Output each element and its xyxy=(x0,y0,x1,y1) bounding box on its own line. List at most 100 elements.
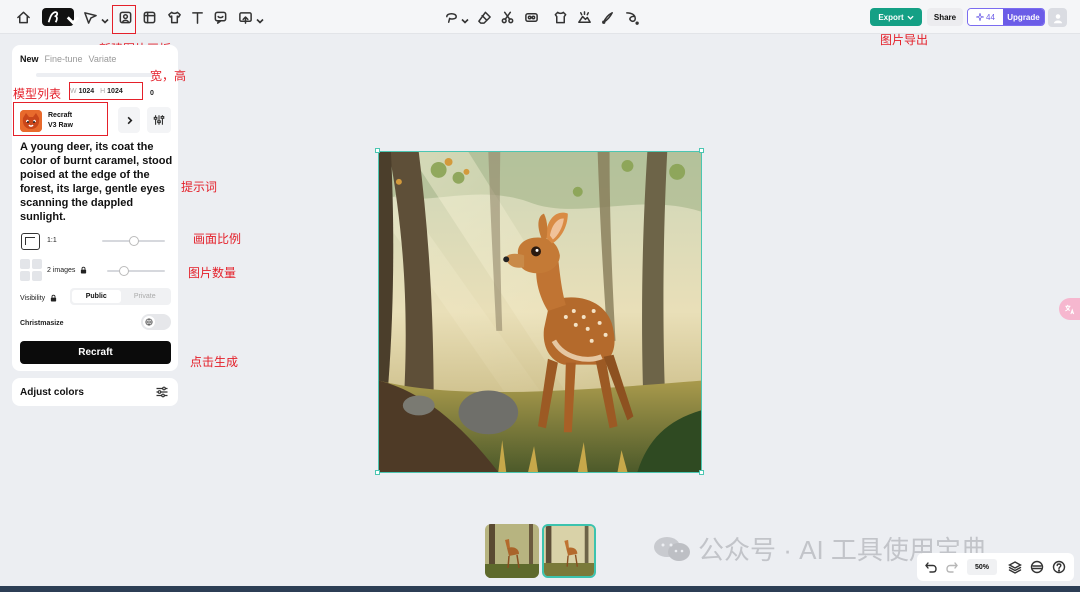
scissors-icon[interactable] xyxy=(498,8,516,26)
annotation-prompt: 提示词 xyxy=(181,180,218,194)
christmasize-label: Christmasize xyxy=(20,320,64,327)
annotation-count: 图片数量 xyxy=(188,266,237,280)
height-field[interactable]: H 1024 xyxy=(100,88,123,95)
deer-thumbnail-image xyxy=(544,526,594,576)
inpaint-icon[interactable] xyxy=(598,8,616,26)
image-count-icon xyxy=(20,259,42,281)
lock-icon xyxy=(81,266,87,274)
image-upload-icon[interactable] xyxy=(236,8,254,26)
lasso-icon[interactable] xyxy=(442,8,460,26)
logo-button[interactable] xyxy=(42,8,80,26)
seed-field[interactable]: 0 xyxy=(150,90,154,97)
images-count-text: 2 images xyxy=(47,266,76,274)
share-button[interactable]: Share xyxy=(927,8,963,26)
mode-tabs: New Fine-tune Variate xyxy=(20,54,116,64)
layers-icon[interactable] xyxy=(1008,560,1022,574)
chevron-down-icon[interactable] xyxy=(256,12,264,24)
ratio-label: 1:1 xyxy=(47,237,57,244)
prompt-text[interactable]: A young deer, its coat the color of burn… xyxy=(20,140,175,224)
top-toolbar: Export Share 44 Upgrade xyxy=(0,0,1080,34)
mockup-icon[interactable] xyxy=(551,8,569,26)
sparkle-icon xyxy=(976,13,985,21)
red-panda-icon xyxy=(20,110,42,132)
chevron-down-icon[interactable] xyxy=(461,12,469,24)
undo-icon[interactable] xyxy=(924,560,938,574)
annotation-size: 宽，高 xyxy=(150,69,187,83)
resize-handle-top-left[interactable] xyxy=(375,148,380,153)
christmasize-toggle[interactable] xyxy=(141,314,171,330)
image-set-icon[interactable] xyxy=(140,8,158,26)
zoom-level[interactable]: 50% xyxy=(967,559,997,575)
wechat-icon xyxy=(654,536,690,561)
shirt-icon[interactable] xyxy=(165,8,183,26)
upgrade-button[interactable]: Upgrade xyxy=(1003,9,1044,25)
width-label: W xyxy=(70,88,77,95)
bottom-strip xyxy=(0,586,1080,592)
model-thumbnail xyxy=(20,110,42,132)
visibility-public-option[interactable]: Public xyxy=(72,290,121,303)
vectorize-icon[interactable] xyxy=(522,8,540,26)
ratio-slider-knob[interactable] xyxy=(128,236,139,246)
sliders-icon xyxy=(153,115,165,125)
eraser-icon[interactable] xyxy=(475,8,493,26)
comment-icon[interactable] xyxy=(211,8,229,26)
chevron-down-icon[interactable] xyxy=(101,12,109,24)
deer-thumbnail-image xyxy=(485,524,539,578)
help-icon[interactable] xyxy=(1052,560,1066,574)
annotation-ratio: 画面比例 xyxy=(193,232,242,246)
remove-bg-icon[interactable] xyxy=(575,8,593,26)
height-label: H xyxy=(100,88,106,95)
deer-forest-image xyxy=(379,152,701,472)
images-slider-track[interactable] xyxy=(107,270,165,272)
annotation-generate: 点击生成 xyxy=(190,355,239,369)
generated-image-artboard[interactable] xyxy=(378,151,702,473)
model-name-line2: V3 Raw xyxy=(48,122,73,129)
pointer-tool-icon[interactable] xyxy=(81,8,99,26)
export-button[interactable]: Export xyxy=(870,8,922,26)
aspect-ratio-icon[interactable] xyxy=(21,233,40,250)
chevron-right-icon xyxy=(127,116,132,124)
new-frame-icon[interactable] xyxy=(116,8,134,26)
credits-badge[interactable]: 44 xyxy=(968,9,1003,25)
zoom-controls: 50% xyxy=(917,553,1074,581)
visibility-toggle: Public Private xyxy=(70,288,171,305)
chevron-down-icon xyxy=(66,13,80,25)
width-field[interactable]: W 1024 xyxy=(70,88,94,95)
resize-handle-top-right[interactable] xyxy=(699,148,704,153)
adjust-colors-panel[interactable]: Adjust colors xyxy=(12,378,178,406)
brush-icon[interactable] xyxy=(622,8,640,26)
visibility-label: Visibility xyxy=(20,294,57,302)
text-tool-icon[interactable] xyxy=(188,8,206,26)
visibility-text: Visibility xyxy=(20,294,46,302)
generate-button[interactable]: Recraft xyxy=(20,341,171,364)
adjust-colors-label: Adjust colors xyxy=(20,387,84,398)
model-name-line1: Recraft xyxy=(48,112,73,119)
variation-thumbnail-2[interactable] xyxy=(542,524,596,578)
avatar[interactable] xyxy=(1048,8,1067,27)
model-selector[interactable]: Recraft V3 Raw xyxy=(14,106,108,136)
chevron-down-icon xyxy=(907,15,914,20)
redo-icon[interactable] xyxy=(945,560,959,574)
model-name: Recraft V3 Raw xyxy=(48,111,73,131)
credits-group: 44 Upgrade xyxy=(967,8,1045,26)
tab-variate[interactable]: Variate xyxy=(89,54,117,64)
model-settings-button[interactable] xyxy=(147,107,171,133)
recraft-logo-icon xyxy=(47,11,59,23)
width-value: 1024 xyxy=(78,88,95,95)
styles-icon[interactable] xyxy=(1030,560,1044,574)
images-slider-knob[interactable] xyxy=(119,266,130,276)
visibility-private-option[interactable]: Private xyxy=(121,290,170,303)
resize-handle-bottom-right[interactable] xyxy=(699,470,704,475)
variation-thumbnail-1[interactable] xyxy=(485,524,539,578)
toggle-knob xyxy=(143,316,155,328)
sliders-icon[interactable] xyxy=(155,385,169,399)
height-value: 1024 xyxy=(107,88,123,95)
images-label: 2 images xyxy=(47,266,87,274)
tab-fine-tune[interactable]: Fine-tune xyxy=(45,54,83,64)
annotation-model-list: 模型列表 xyxy=(13,87,62,101)
translate-button[interactable] xyxy=(1059,298,1080,320)
model-expand-button[interactable] xyxy=(118,107,140,133)
tab-new[interactable]: New xyxy=(20,54,39,64)
resize-handle-bottom-left[interactable] xyxy=(375,470,380,475)
home-icon[interactable] xyxy=(14,8,32,26)
